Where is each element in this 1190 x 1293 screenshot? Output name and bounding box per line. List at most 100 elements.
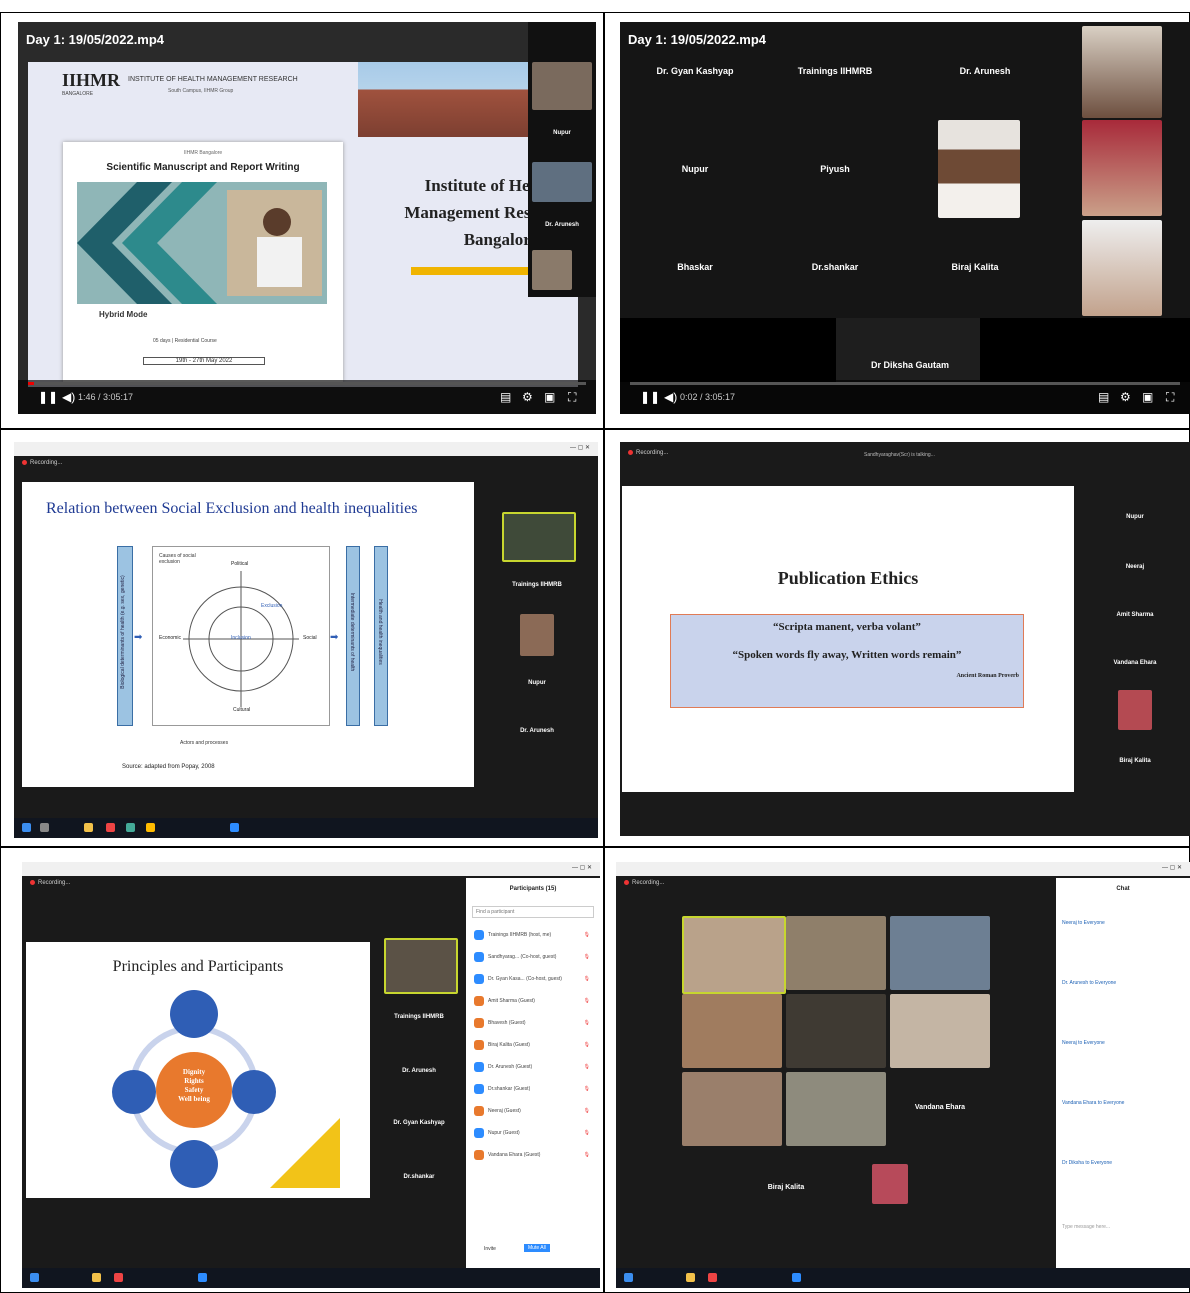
zoom-icon[interactable] [230, 823, 239, 832]
timecode: 0:02 / 3:05:17 [680, 392, 736, 402]
participant-row[interactable]: Nupur (Guest) 🎙 [474, 1126, 594, 1140]
mic-muted-icon: 🎙 [583, 1130, 590, 1136]
mic-muted-icon: 🎙 [583, 976, 590, 982]
participant-row[interactable]: Biraj Kalita (Guest) 🎙 [474, 1038, 594, 1052]
sidebar-name: Neeraj [1125, 564, 1145, 570]
window-titlebar: — ▢ ✕ [14, 442, 598, 456]
bottom-row-center-tile [836, 318, 980, 382]
windows-start-icon[interactable] [22, 823, 31, 832]
chrome-icon[interactable] [114, 1273, 123, 1282]
sidebar-name: Nupur [1126, 514, 1144, 520]
center-principles: Dignity Rights Safety Well being [178, 1068, 210, 1103]
fullscreen-icon[interactable]: ⛶ [568, 390, 576, 405]
tile-name: Vandana Ehara [914, 1104, 966, 1111]
avatar [474, 1040, 484, 1050]
participant-row[interactable]: Sandhyarag... (Co-host, guest) 🎙 [474, 950, 594, 964]
participant-row[interactable]: Dr. Arunesh (Guest) 🎙 [474, 1060, 594, 1074]
windows-taskbar [616, 1268, 1190, 1288]
horizontal-divider-1 [0, 428, 1190, 430]
left-bar: Biological determinants of health (e.g. … [117, 546, 133, 726]
search-input[interactable] [472, 906, 594, 918]
participant-row[interactable]: Dr.shankar (Guest) 🎙 [474, 1082, 594, 1096]
chrome-icon[interactable] [708, 1273, 717, 1282]
search-icon[interactable] [40, 823, 49, 832]
miniplayer-icon[interactable]: ▣ [544, 390, 555, 404]
mic-muted-icon: 🎙 [583, 1152, 590, 1158]
poster-mode: Hybrid Mode [99, 310, 148, 319]
tile-name: Biraj Kalita [767, 1184, 805, 1191]
folder-icon[interactable] [686, 1273, 695, 1282]
avatar [474, 930, 484, 940]
presentation-slide: Relation between Social Exclusion and he… [22, 482, 474, 787]
participant-name: Neeraj (Guest) [488, 1108, 521, 1114]
gallery-tile [682, 1072, 782, 1146]
participant-row[interactable]: Amit Sharma (Guest) 🎙 [474, 994, 594, 1008]
invite-button[interactable]: Invite [484, 1246, 496, 1252]
participant-row[interactable]: Vandana Ehara (Guest) 🎙 [474, 1148, 594, 1162]
participant-name: Sandhyarag... (Co-host, guest) [488, 954, 557, 960]
progress-bar[interactable] [630, 382, 1180, 385]
captions-icon[interactable]: ▤ [500, 390, 511, 404]
captions-icon[interactable]: ▤ [1098, 390, 1109, 404]
sidebar-name: Nupur [528, 680, 546, 686]
chrome-icon[interactable] [106, 823, 115, 832]
participants-panel: Participants (15) Trainings IIHMRB (host… [466, 878, 600, 1268]
participant-row[interactable]: Dr. Gyan Kasa... (Co-host, guest) 🎙 [474, 972, 594, 986]
pause-icon[interactable]: ❚❚ [38, 390, 58, 404]
avatar [474, 1018, 484, 1028]
gear-icon[interactable]: ⚙ [1120, 390, 1131, 404]
windows-start-icon[interactable] [30, 1273, 39, 1282]
sidebar-name: Dr.shankar [403, 1174, 435, 1180]
chat-message: Neeraj to Everyone [1062, 920, 1105, 926]
participant-row[interactable]: Trainings IIHMRB (host, me) 🎙 [474, 928, 594, 942]
volume-icon[interactable]: ◀) [664, 390, 677, 404]
gallery-tile [786, 1072, 886, 1146]
chat-input[interactable]: Type message here... [1062, 1224, 1110, 1230]
pause-icon[interactable]: ❚❚ [640, 390, 660, 404]
windows-start-icon[interactable] [624, 1273, 633, 1282]
participant-name: Dr. Arunesh (Guest) [488, 1064, 533, 1070]
campus-text: Institute of Hea Management Rese Bangalo… [404, 176, 538, 249]
side-video-strip: Nupur Dr. Arunesh [528, 22, 596, 297]
vertical-divider [603, 12, 605, 1293]
slide-title: Relation between Social Exclusion and he… [46, 500, 418, 517]
tile-name: Trainings IIHMRB [797, 66, 873, 76]
mute-all-button[interactable]: Mute All [524, 1244, 550, 1252]
poster-slide: IIHMR BANGALORE INSTITUTE OF HEALTH MANA… [28, 62, 578, 387]
participant-name: Amit Sharma (Guest) [488, 998, 535, 1004]
avatar [474, 974, 484, 984]
mic-muted-icon: 🎙 [583, 1020, 590, 1026]
mic-muted-icon: 🎙 [583, 932, 590, 938]
zoom-icon[interactable] [198, 1273, 207, 1282]
app-icon[interactable] [126, 823, 135, 832]
zoom-window-4: Recording... Sandhyaraghav(Scr) is talki… [620, 442, 1190, 836]
folder-icon[interactable] [84, 823, 93, 832]
participant-row[interactable]: Neeraj (Guest) 🎙 [474, 1104, 594, 1118]
participant-tile-right-1 [1082, 26, 1162, 118]
fullscreen-icon[interactable]: ⛶ [1166, 390, 1174, 405]
participant-name: Biraj Kalita (Guest) [488, 1042, 530, 1048]
folder-icon[interactable] [92, 1273, 101, 1282]
zoom-window-5: — ▢ ✕ Recording... Principles and Partic… [22, 862, 600, 1288]
participant-row[interactable]: Bhavesh (Guest) 🎙 [474, 1016, 594, 1030]
sidebar-name: Vandana Ehara [1113, 660, 1157, 666]
video-title: Day 1: 19/05/2022.mp4 [628, 32, 767, 47]
gallery-tile [872, 1164, 908, 1204]
progress-bar[interactable] [28, 382, 586, 385]
miniplayer-icon[interactable]: ▣ [1142, 390, 1153, 404]
gallery-tile [786, 994, 886, 1068]
windows-taskbar [14, 818, 598, 838]
campus-photo [358, 62, 538, 137]
chat-message: Dr Diksha to Everyone [1062, 1160, 1113, 1166]
volume-icon[interactable]: ◀) [62, 390, 75, 404]
gallery-tile [786, 916, 886, 990]
mic-muted-icon: 🎙 [583, 954, 590, 960]
app-icon[interactable] [146, 823, 155, 832]
org-header: INSTITUTE OF HEALTH MANAGEMENT RESEARCH [128, 76, 298, 83]
org-sub: South Campus, IIHMR Group [168, 88, 234, 94]
zoom-icon[interactable] [792, 1273, 801, 1282]
gear-icon[interactable]: ⚙ [522, 390, 533, 404]
sidebar-name: Dr. Arunesh [402, 1068, 436, 1074]
participant-tile-right-3 [1082, 220, 1162, 316]
participant-tile-3 [532, 250, 572, 290]
